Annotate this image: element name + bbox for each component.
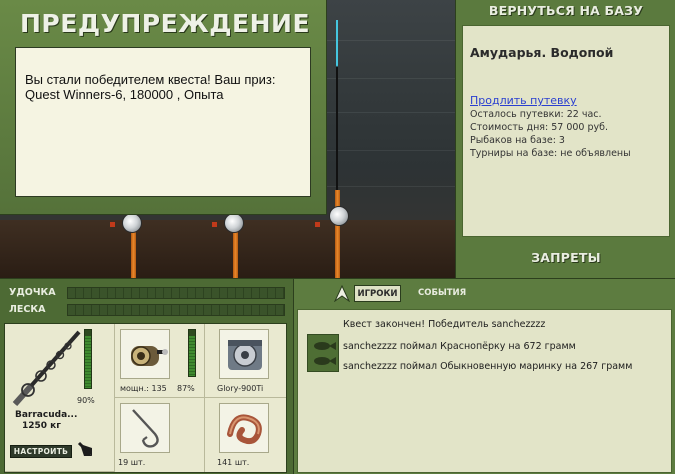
hook-count: 19 шт. xyxy=(118,458,146,467)
rod-3-reel-icon[interactable] xyxy=(329,206,349,226)
return-to-base-button[interactable]: ВЕРНУТЬСЯ НА БАЗУ xyxy=(456,2,675,20)
base-name: Амударья. Водопой xyxy=(470,45,614,60)
reel-durability-bar xyxy=(188,329,196,377)
tab-players[interactable]: ИГРОКИ xyxy=(354,285,401,302)
bait-worm-icon xyxy=(227,414,262,445)
base-info-card: Амударья. Водопой Продлить путевку Остал… xyxy=(462,25,670,237)
extend-permit-link[interactable]: Продлить путевку xyxy=(470,94,577,107)
permit-remaining: Осталось путевки: 22 час. xyxy=(470,109,602,120)
reel-power: мощн.: 135 xyxy=(120,384,167,393)
base-panel: ВЕРНУТЬСЯ НА БАЗУ Амударья. Водопой Прод… xyxy=(455,0,675,278)
hook-thumb xyxy=(120,403,170,453)
event-line: Квест закончен! Победитель sanchezzzz xyxy=(343,319,546,330)
fish-catch-badge xyxy=(307,334,339,372)
active-rod-line xyxy=(336,20,338,195)
event-line: sanchezzzz поймал Обыкновенную маринку н… xyxy=(343,361,633,372)
rod-2-bell-icon xyxy=(212,222,217,227)
rod-3-bell-icon xyxy=(315,222,320,227)
line-thumb xyxy=(219,329,269,379)
hook-icon xyxy=(132,409,159,448)
tab-events[interactable]: СОБЫТИЯ xyxy=(418,285,466,302)
reel-durability: 87% xyxy=(177,384,195,393)
reel-icon xyxy=(131,346,168,366)
rod-name: Barracuda... xyxy=(15,410,78,420)
rod-2[interactable] xyxy=(233,226,238,278)
day-cost: Стоимость дня: 57 000 руб. xyxy=(470,122,609,133)
setup-button[interactable]: НАСТРОИТЬ xyxy=(10,445,72,458)
anglers-count: Рыбаков на базе: 3 xyxy=(470,135,565,146)
event-line: sanchezzzz поймал Краснопёрку на 672 гра… xyxy=(343,341,576,352)
rod-2-reel-icon[interactable] xyxy=(224,213,244,233)
fishing-rod-icon xyxy=(12,330,81,406)
warning-message-box: Вы стали победителем квеста! Ваш приз: Q… xyxy=(15,47,311,197)
rod-meter-label: УДОЧКА xyxy=(9,287,56,298)
events-log: Квест закончен! Победитель sanchezzzz sa… xyxy=(297,309,672,473)
tackle-grid: 90% Barracuda... 1250 кг НАСТРОИТЬ мощн.… xyxy=(4,323,287,473)
rod-durability: 90% xyxy=(77,396,95,405)
tournaments-status: Турниры на базе: не объявлены xyxy=(470,148,631,159)
rod-tension-meter: УДОЧКА xyxy=(0,285,293,300)
line-slot[interactable]: Glory-900Ti xyxy=(205,324,286,398)
reel-slot[interactable]: мощн.: 135 87% xyxy=(115,324,205,398)
fish-icon xyxy=(314,342,336,365)
fishing-line-spool-icon xyxy=(228,340,262,370)
line-tension-meter: ЛЕСКА xyxy=(0,302,293,317)
rod-weight: 1250 кг xyxy=(22,421,61,431)
bait-thumb xyxy=(219,403,269,453)
bait-count: 141 шт. xyxy=(217,458,250,467)
events-panel: ИГРОКИ СОБЫТИЯ Квест закончен! Победител… xyxy=(293,278,675,474)
rod-1-reel-icon[interactable] xyxy=(122,213,142,233)
line-name: Glory-900Ti xyxy=(217,384,264,393)
line-meter-label: ЛЕСКА xyxy=(9,304,46,315)
tackle-panel: УДОЧКА ЛЕСКА 90% Barracuda... 1250 кг НА… xyxy=(0,278,293,474)
rod-durability-bar xyxy=(84,329,92,389)
reel-thumb xyxy=(120,329,170,379)
bans-button[interactable]: ЗАПРЕТЫ xyxy=(456,249,675,267)
warning-message: Вы стали победителем квеста! Ваш приз: Q… xyxy=(25,72,276,102)
arrow-icon[interactable] xyxy=(77,441,95,459)
warning-dialog: ПРЕДУПРЕЖДЕНИЕ Вы стали победителем квес… xyxy=(0,0,327,215)
hook-slot[interactable]: 19 шт. xyxy=(115,398,205,472)
rod-slot[interactable]: 90% Barracuda... 1250 кг НАСТРОИТЬ xyxy=(5,324,115,472)
warning-title: ПРЕДУПРЕЖДЕНИЕ xyxy=(20,9,311,38)
tab-arrow-icon[interactable] xyxy=(334,285,350,302)
rod-3[interactable] xyxy=(335,190,340,278)
rod-1-bell-icon xyxy=(110,222,115,227)
bait-slot[interactable]: 141 шт. xyxy=(205,398,286,472)
rod-1[interactable] xyxy=(131,226,136,278)
